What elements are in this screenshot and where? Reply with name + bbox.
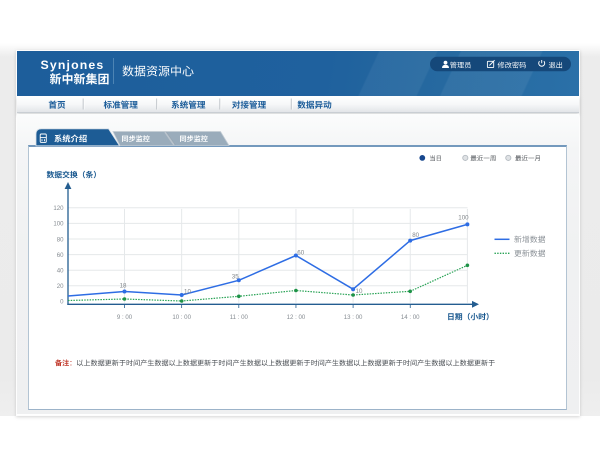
svg-text:120: 120 — [53, 205, 64, 212]
svg-text:40: 40 — [57, 268, 64, 275]
svg-text:100: 100 — [53, 221, 64, 228]
svg-text:10: 10 — [356, 288, 363, 295]
svg-text:12 : 00: 12 : 00 — [287, 314, 306, 321]
svg-text:100: 100 — [458, 214, 469, 221]
svg-text:60: 60 — [57, 252, 64, 259]
svg-text:0: 0 — [60, 299, 64, 306]
svg-text:11 : 00: 11 : 00 — [230, 314, 249, 321]
svg-text:18: 18 — [120, 283, 127, 290]
svg-text:13 : 00: 13 : 00 — [344, 314, 363, 321]
svg-text:9 : 00: 9 : 00 — [117, 314, 133, 321]
svg-text:35: 35 — [232, 274, 239, 281]
svg-text:80: 80 — [412, 232, 419, 239]
svg-text:80: 80 — [57, 236, 64, 243]
svg-text:Synjones: Synjones — [41, 58, 105, 72]
svg-text:60: 60 — [297, 249, 304, 256]
svg-text:14 : 00: 14 : 00 — [401, 314, 420, 321]
svg-text:10 : 00: 10 : 00 — [172, 314, 191, 321]
svg-text:10: 10 — [184, 288, 191, 295]
svg-text:20: 20 — [57, 283, 64, 290]
